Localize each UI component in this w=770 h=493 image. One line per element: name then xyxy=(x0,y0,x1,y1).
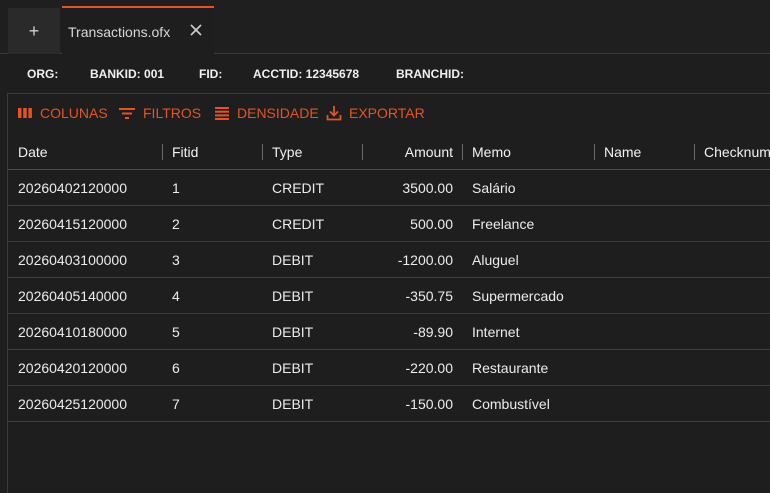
info-key: BANKID: xyxy=(90,67,141,81)
columns-button[interactable]: COLUNAS xyxy=(17,105,108,121)
info-bankid: BANKID: 001 xyxy=(90,67,164,81)
info-key: FID: xyxy=(199,67,223,81)
tab-bar: + Transactions.ofx xyxy=(0,0,770,55)
table-row[interactable]: 20260402120000 1 CREDIT 3500.00 Salário xyxy=(8,170,770,206)
filter-icon xyxy=(119,108,135,119)
cell-amount[interactable]: -150.00 xyxy=(372,386,453,422)
info-key: ACCTID: xyxy=(253,67,303,81)
cell-date[interactable]: 20260415120000 xyxy=(18,206,127,242)
table-row[interactable]: 20260410180000 5 DEBIT -89.90 Internet xyxy=(8,314,770,350)
info-branchid: BRANCHID: xyxy=(396,67,464,81)
cell-date[interactable]: 20260403100000 xyxy=(18,242,127,278)
column-resize-handle[interactable] xyxy=(594,144,595,160)
column-header-checknum[interactable]: Checknum xyxy=(704,134,770,170)
data-grid: COLUNAS FILTROS DENSIDADE EXPORTAR Date … xyxy=(7,93,770,493)
cell-fitid[interactable]: 5 xyxy=(172,314,180,350)
table-row[interactable]: 20260405140000 4 DEBIT -350.75 Supermercado xyxy=(8,278,770,314)
new-tab-button[interactable]: + xyxy=(8,8,60,54)
cell-type[interactable]: DEBIT xyxy=(272,278,313,314)
cell-memo[interactable]: Combustível xyxy=(472,386,550,422)
density-label: DENSIDADE xyxy=(237,105,319,121)
cell-fitid[interactable]: 2 xyxy=(172,206,180,242)
cell-memo[interactable]: Aluguel xyxy=(472,242,519,278)
column-header-amount[interactable]: Amount xyxy=(372,134,453,170)
tab-transactions[interactable]: Transactions.ofx xyxy=(62,6,214,55)
cell-date[interactable]: 20260402120000 xyxy=(18,170,127,206)
cell-fitid[interactable]: 4 xyxy=(172,278,180,314)
export-button[interactable]: EXPORTAR xyxy=(326,105,425,121)
cell-amount[interactable]: -350.75 xyxy=(372,278,453,314)
table-row[interactable]: 20260403100000 3 DEBIT -1200.00 Aluguel xyxy=(8,242,770,278)
column-header-date[interactable]: Date xyxy=(18,134,48,170)
cell-date[interactable]: 20260405140000 xyxy=(18,278,127,314)
column-header-memo[interactable]: Memo xyxy=(472,134,511,170)
grid-header: Date Fitid Type Amount Memo Name Checknu… xyxy=(8,134,770,170)
close-icon[interactable] xyxy=(188,22,204,38)
cell-amount[interactable]: -89.90 xyxy=(372,314,453,350)
cell-type[interactable]: CREDIT xyxy=(272,170,324,206)
cell-memo[interactable]: Supermercado xyxy=(472,278,564,314)
cell-amount[interactable]: 500.00 xyxy=(372,206,453,242)
cell-memo[interactable]: Salário xyxy=(472,170,516,206)
column-header-name[interactable]: Name xyxy=(604,134,641,170)
cell-memo[interactable]: Restaurante xyxy=(472,350,548,386)
tab-label: Transactions.ofx xyxy=(68,23,171,40)
column-resize-handle[interactable] xyxy=(262,144,263,160)
cell-type[interactable]: DEBIT xyxy=(272,386,313,422)
cell-fitid[interactable]: 1 xyxy=(172,170,180,206)
grid-toolbar: COLUNAS FILTROS DENSIDADE EXPORTAR xyxy=(8,94,770,134)
download-icon xyxy=(326,106,342,121)
info-fid: FID: xyxy=(199,67,222,81)
filters-button[interactable]: FILTROS xyxy=(118,105,201,121)
column-resize-handle[interactable] xyxy=(694,144,695,160)
cell-amount[interactable]: -220.00 xyxy=(372,350,453,386)
cell-amount[interactable]: -1200.00 xyxy=(372,242,453,278)
column-resize-handle[interactable] xyxy=(462,144,463,160)
account-info-bar: ORG: BANKID: 001 FID: ACCTID: 12345678 B… xyxy=(0,55,770,93)
column-header-type[interactable]: Type xyxy=(272,134,302,170)
cell-type[interactable]: CREDIT xyxy=(272,206,324,242)
table-row[interactable]: 20260420120000 6 DEBIT -220.00 Restaurante xyxy=(8,350,770,386)
cell-date[interactable]: 20260420120000 xyxy=(18,350,127,386)
density-icon xyxy=(215,107,229,120)
column-header-fitid[interactable]: Fitid xyxy=(172,134,198,170)
columns-label: COLUNAS xyxy=(40,105,108,121)
cell-amount[interactable]: 3500.00 xyxy=(372,170,453,206)
cell-type[interactable]: DEBIT xyxy=(272,350,313,386)
cell-fitid[interactable]: 7 xyxy=(172,386,180,422)
cell-fitid[interactable]: 3 xyxy=(172,242,180,278)
info-value: 12345678 xyxy=(305,67,360,81)
table-row[interactable]: 20260425120000 7 DEBIT -150.00 Combustível xyxy=(8,386,770,422)
cell-fitid[interactable]: 6 xyxy=(172,350,180,386)
cell-memo[interactable]: Freelance xyxy=(472,206,534,242)
plus-icon: + xyxy=(28,20,40,41)
cell-date[interactable]: 20260410180000 xyxy=(18,314,127,350)
density-button[interactable]: DENSIDADE xyxy=(214,105,319,121)
export-label: EXPORTAR xyxy=(349,105,425,121)
cell-type[interactable]: DEBIT xyxy=(272,242,313,278)
cell-type[interactable]: DEBIT xyxy=(272,314,313,350)
cell-memo[interactable]: Internet xyxy=(472,314,519,350)
info-key: ORG: xyxy=(27,67,59,81)
info-key: BRANCHID: xyxy=(396,67,464,81)
column-resize-handle[interactable] xyxy=(362,144,363,160)
cell-date[interactable]: 20260425120000 xyxy=(18,386,127,422)
info-org: ORG: xyxy=(27,67,58,81)
table-row[interactable]: 20260415120000 2 CREDIT 500.00 Freelance xyxy=(8,206,770,242)
info-acctid: ACCTID: 12345678 xyxy=(253,67,359,81)
info-value: 001 xyxy=(144,67,165,81)
filters-label: FILTROS xyxy=(143,105,202,121)
columns-icon xyxy=(18,108,32,118)
column-resize-handle[interactable] xyxy=(162,144,163,160)
